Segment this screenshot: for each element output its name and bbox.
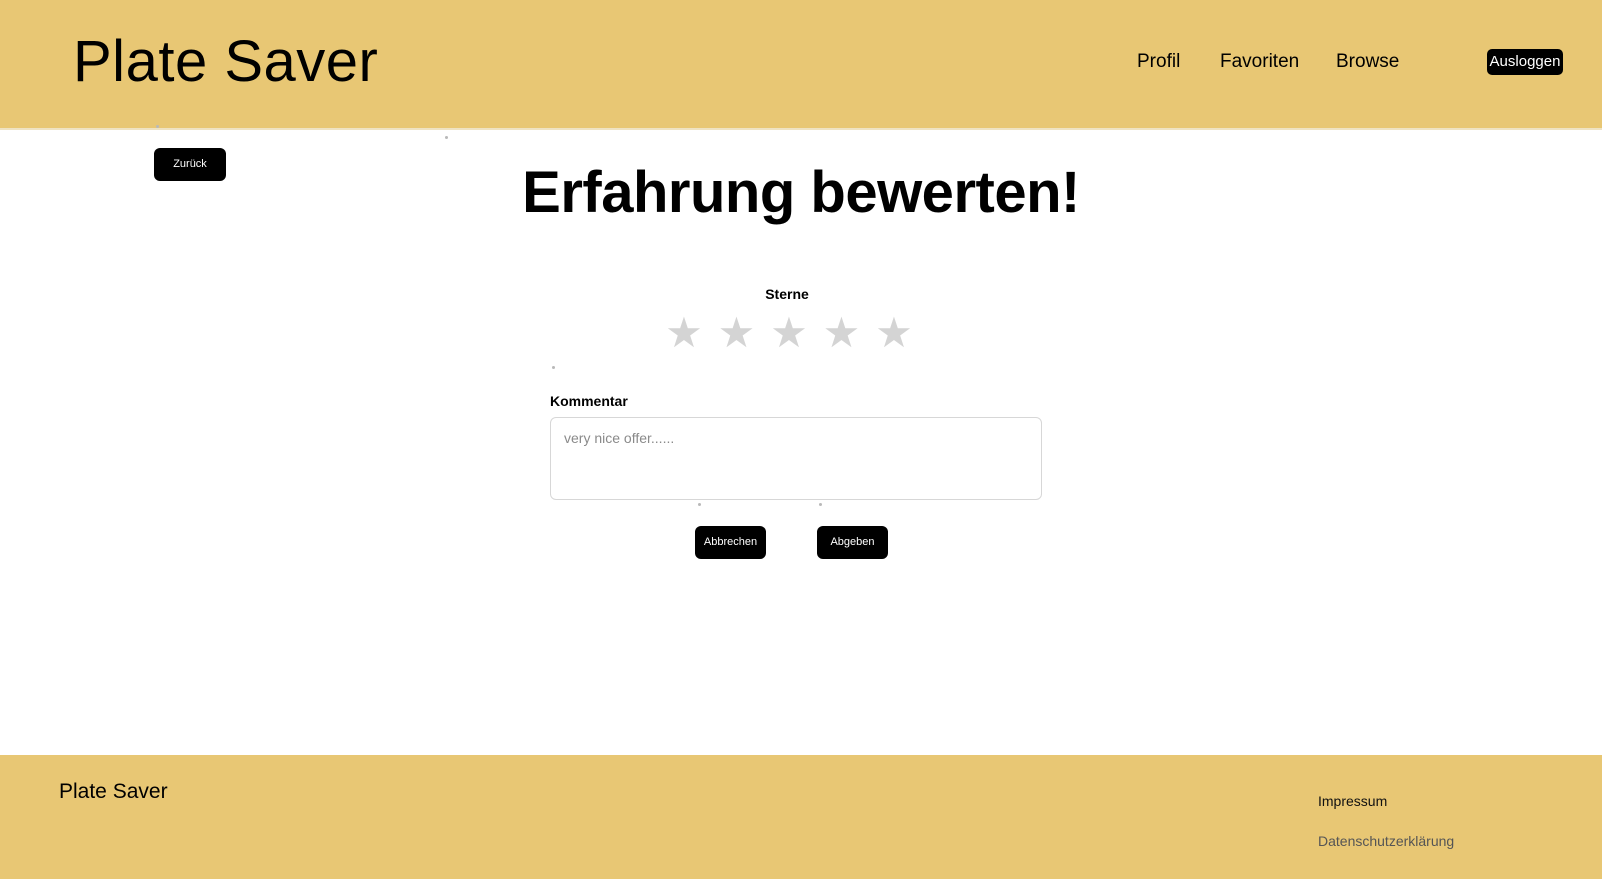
logout-button[interactable]: Ausloggen bbox=[1487, 49, 1563, 75]
placeholder-dot bbox=[156, 125, 159, 128]
placeholder-dot bbox=[445, 136, 448, 139]
stars-label: Sterne bbox=[765, 286, 809, 302]
placeholder-dot bbox=[552, 366, 555, 369]
nav-favoriten[interactable]: Favoriten bbox=[1220, 48, 1299, 76]
star-icon[interactable]: ★ bbox=[717, 310, 757, 356]
footer: Plate Saver Impressum Datenschutzerkläru… bbox=[0, 755, 1602, 879]
nav-profil[interactable]: Profil bbox=[1137, 48, 1180, 76]
star-icon[interactable]: ★ bbox=[664, 310, 704, 356]
placeholder-dot bbox=[698, 503, 701, 506]
comment-input[interactable] bbox=[550, 417, 1042, 500]
privacy-policy-link[interactable]: Datenschutzerklärung bbox=[1318, 831, 1454, 851]
impressum-link[interactable]: Impressum bbox=[1318, 791, 1387, 811]
footer-brand: Plate Saver bbox=[59, 780, 168, 803]
page-title: Erfahrung bewerten! bbox=[522, 160, 1080, 225]
submit-button[interactable]: Abgeben bbox=[817, 526, 888, 559]
comment-label: Kommentar bbox=[550, 393, 628, 409]
star-rating: ★ ★ ★ ★ ★ bbox=[664, 310, 914, 356]
header: Plate Saver Profil Favoriten Browse Ausl… bbox=[0, 0, 1602, 130]
cancel-button[interactable]: Abbrechen bbox=[695, 526, 766, 559]
star-icon[interactable]: ★ bbox=[874, 310, 914, 356]
nav-browse[interactable]: Browse bbox=[1336, 48, 1399, 76]
star-icon[interactable]: ★ bbox=[822, 310, 862, 356]
placeholder-dot bbox=[819, 503, 822, 506]
brand-logo: Plate Saver bbox=[73, 29, 379, 94]
page: Plate Saver Profil Favoriten Browse Ausl… bbox=[0, 0, 1602, 879]
star-icon[interactable]: ★ bbox=[769, 310, 809, 356]
